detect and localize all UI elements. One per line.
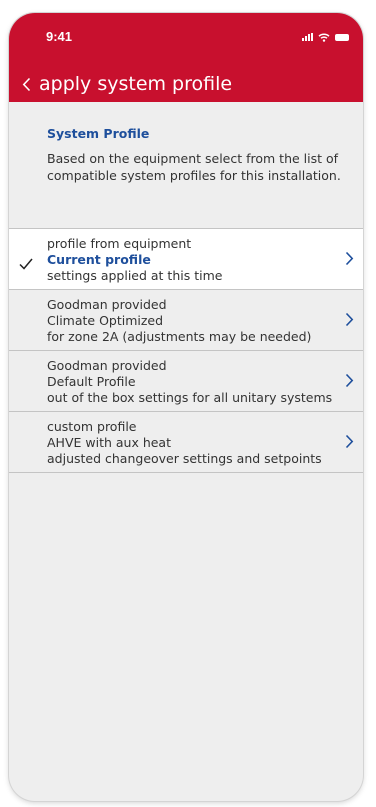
chevron-right-icon [345, 251, 354, 266]
chevron-left-icon [22, 77, 30, 91]
profile-source: Goodman provided [47, 297, 167, 312]
profile-text: profile from equipment Current profile s… [47, 236, 347, 284]
profile-source: profile from equipment [47, 236, 192, 251]
profile-row-climate-optimized[interactable]: Goodman provided Climate Optimized for z… [9, 290, 363, 351]
section-description: Based on the equipment select from the l… [47, 151, 341, 183]
profile-source: custom profile [47, 419, 137, 434]
signal-icon [302, 33, 313, 41]
checkmark-icon [19, 258, 33, 270]
profile-source: Goodman provided [47, 358, 167, 373]
profile-description: adjusted changeover settings and setpoin… [47, 451, 322, 466]
profile-text: Goodman provided Default Profile out of … [47, 358, 347, 406]
page-title: apply system profile [39, 73, 233, 95]
profile-row-default[interactable]: Goodman provided Default Profile out of … [9, 351, 363, 412]
profile-text: custom profile AHVE with aux heat adjust… [47, 419, 347, 467]
chevron-right-icon [345, 373, 354, 388]
chevron-right-icon [345, 312, 354, 327]
profile-name: Current profile [47, 252, 151, 267]
profile-description: out of the box settings for all unitary … [47, 390, 333, 405]
section-title: System Profile [47, 126, 150, 141]
profile-row-custom[interactable]: custom profile AHVE with aux heat adjust… [9, 412, 363, 473]
profile-name: Default Profile [47, 374, 136, 389]
profile-description: for zone 2A (adjustments may be needed) [47, 329, 312, 344]
status-time: 9:41 [46, 29, 73, 44]
app-header: 9:41 apply system profile [9, 13, 363, 102]
chevron-right-icon [345, 434, 354, 449]
profile-name: AHVE with aux heat [47, 435, 171, 450]
back-button[interactable] [13, 71, 39, 97]
wifi-icon [318, 33, 330, 42]
profile-row-current[interactable]: profile from equipment Current profile s… [9, 229, 363, 290]
profile-text: Goodman provided Climate Optimized for z… [47, 297, 347, 345]
status-icons [302, 31, 349, 43]
content-area: System Profile Based on the equipment se… [9, 102, 363, 801]
profile-name: Climate Optimized [47, 313, 164, 328]
profile-list: profile from equipment Current profile s… [9, 228, 363, 473]
battery-icon [335, 33, 349, 41]
phone-frame: 9:41 apply system profile System Profile… [9, 13, 363, 801]
profile-description: settings applied at this time [47, 268, 223, 283]
